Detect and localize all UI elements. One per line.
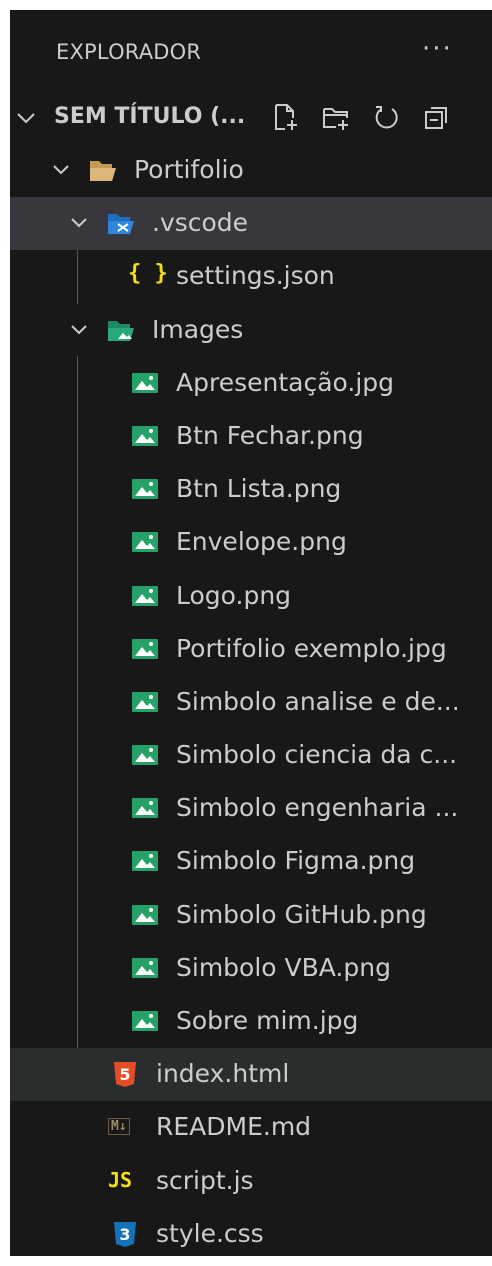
tree-item-label: README.md [156, 1112, 312, 1142]
image-file-icon [132, 957, 158, 978]
tree-file-image[interactable]: Simbolo analise e de... [10, 676, 492, 729]
collapse-all-icon[interactable] [422, 102, 450, 132]
tree-item-label: Simbolo analise e de... [176, 686, 460, 716]
tree-file-image[interactable]: Sobre mim.jpg [10, 995, 492, 1048]
tree-item-label: Simbolo VBA.png [176, 952, 391, 982]
tree-file-image[interactable]: Simbolo VBA.png [10, 942, 492, 995]
tree-file-style-css[interactable]: 3 style.css [10, 1208, 492, 1256]
images-folder-icon [108, 320, 134, 341]
image-file-icon [132, 904, 158, 925]
tree-file-image[interactable]: Simbolo Figma.png [10, 835, 492, 888]
tree-item-label: Envelope.png [176, 527, 347, 557]
tree-file-image[interactable]: Simbolo engenharia ... [10, 782, 492, 835]
image-file-icon [132, 745, 158, 766]
image-file-icon [132, 372, 158, 393]
more-actions-button[interactable]: ··· [422, 34, 453, 64]
workspace-section-header[interactable]: SEM TÍTULO (... [10, 92, 492, 144]
tree-item-label: script.js [156, 1165, 254, 1195]
tree-file-image[interactable]: Envelope.png [10, 516, 492, 569]
chevron-down-icon [71, 324, 87, 334]
tree-folder-images[interactable]: Images [10, 304, 492, 357]
css-file-icon: 3 [114, 1221, 136, 1247]
workspace-actions [272, 102, 450, 132]
vscode-folder-icon [108, 214, 134, 235]
tree-item-label: Portifolio exemplo.jpg [176, 633, 447, 663]
tree-file-index-html[interactable]: 5 index.html [10, 1048, 492, 1102]
image-file-icon [132, 479, 158, 500]
tree-file-image[interactable]: Btn Lista.png [10, 463, 492, 516]
explorer-panel: EXPLORADOR ··· SEM TÍTULO (... Portifoli… [10, 10, 492, 1256]
image-file-icon [132, 1011, 158, 1031]
new-file-icon[interactable] [272, 102, 300, 132]
markdown-file-icon: M↓ [108, 1118, 130, 1136]
workspace-title: SEM TÍTULO (... [54, 104, 246, 129]
tree-item-label: Simbolo ciencia da c... [176, 740, 458, 770]
chevron-down-icon [71, 218, 87, 228]
image-file-list: Apresentação.jpg Btn Fechar.png Btn Lista.… [10, 357, 492, 1048]
tree-file-readme-md[interactable]: M↓ README.md [10, 1101, 492, 1154]
tree-file-image[interactable]: Logo.png [10, 570, 492, 623]
tree-item-label: Portifolio [134, 155, 244, 184]
file-tree: Portifolio .vscode { } settings.json Ima… [10, 144, 492, 1256]
tree-file-image[interactable]: Btn Fechar.png [10, 410, 492, 463]
new-folder-icon[interactable] [322, 102, 350, 132]
image-file-icon [132, 638, 158, 659]
folder-open-icon [90, 161, 116, 181]
chevron-down-icon [17, 113, 35, 124]
html-icon-glyph: 5 [119, 1065, 130, 1084]
tree-item-label: Sobre mim.jpg [176, 1006, 359, 1035]
tree-file-script-js[interactable]: JS script.js [10, 1155, 492, 1208]
tree-file-image[interactable]: Portifolio exemplo.jpg [10, 623, 492, 676]
image-file-icon [132, 425, 158, 446]
tree-item-label: Simbolo engenharia ... [176, 793, 459, 823]
html-file-icon: 5 [114, 1062, 136, 1088]
tree-item-label: Simbolo Figma.png [176, 846, 416, 876]
image-file-icon [132, 585, 158, 606]
css-icon-glyph: 3 [119, 1225, 130, 1244]
tree-item-label: Logo.png [176, 580, 292, 610]
js-file-icon: JS [108, 1167, 133, 1192]
tree-item-label: Apresentação.jpg [176, 367, 395, 397]
tree-item-label: style.css [156, 1218, 264, 1248]
tree-file-image[interactable]: Simbolo ciencia da c... [10, 729, 492, 782]
image-file-icon [132, 691, 158, 712]
tree-item-label: index.html [156, 1059, 290, 1089]
json-file-icon: { } [128, 261, 168, 287]
tree-item-label: settings.json [176, 261, 335, 291]
tree-item-label: Images [152, 314, 244, 344]
tree-item-label: .vscode [152, 208, 249, 238]
tree-folder-portifolio[interactable]: Portifolio [10, 144, 492, 197]
image-file-icon [132, 851, 158, 872]
tree-item-label: Btn Fechar.png [176, 420, 364, 450]
tree-item-label: Btn Lista.png [176, 474, 342, 504]
tree-file-settings-json[interactable]: { } settings.json [10, 250, 492, 303]
explorer-title: EXPLORADOR [56, 40, 202, 64]
image-file-icon [132, 532, 158, 553]
chevron-down-icon [53, 165, 69, 175]
refresh-icon[interactable] [372, 102, 400, 132]
image-file-icon [132, 798, 158, 819]
explorer-header: EXPLORADOR ··· [10, 10, 492, 92]
tree-item-label: Simbolo GitHub.png [176, 899, 427, 929]
tree-file-image[interactable]: Simbolo GitHub.png [10, 889, 492, 942]
tree-folder-vscode[interactable]: .vscode [10, 197, 492, 251]
tree-file-image[interactable]: Apresentação.jpg [10, 357, 492, 410]
